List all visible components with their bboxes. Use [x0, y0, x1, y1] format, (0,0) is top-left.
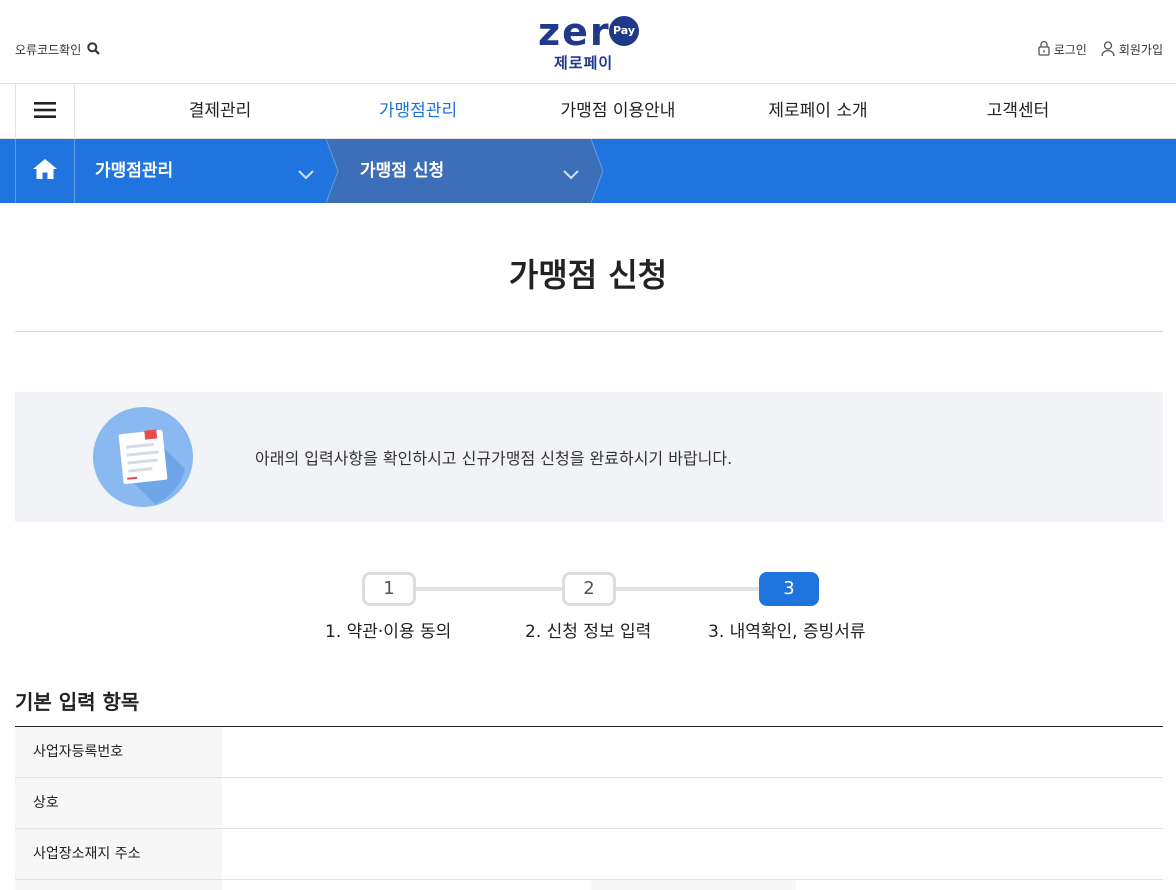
table-row	[15, 880, 1163, 890]
title-divider	[15, 331, 1163, 332]
error-code-label: 오류코드확인	[15, 43, 82, 57]
row-label-business-number: 사업자등록번호	[15, 727, 222, 777]
row-label-business-address: 사업장소재지 주소	[15, 829, 222, 879]
row-value-business-address	[222, 829, 1163, 879]
step-2-label: 2. 신청 정보 입력	[525, 622, 652, 642]
logo-subtitle: 제로페이	[554, 54, 614, 72]
breadcrumb-label: 가맹점 신청	[360, 161, 445, 181]
breadcrumb-item-merchant-apply[interactable]: 가맹점 신청	[360, 139, 590, 203]
nav-item-customer-center[interactable]: 고객센터	[938, 84, 1098, 139]
table-row: 상호	[15, 778, 1163, 829]
breadcrumb: 가맹점관리 가맹점 신청	[0, 139, 1176, 203]
search-icon	[87, 41, 101, 58]
basic-info-table: 사업자등록번호 상호 사업장소재지 주소	[15, 726, 1163, 890]
chevron-down-icon[interactable]	[563, 165, 579, 184]
nav-item-about[interactable]: 제로페이 소개	[738, 84, 898, 139]
step-2-badge: 2	[562, 572, 616, 606]
main-navigation: 결제관리 가맹점관리 가맹점 이용안내 제로페이 소개 고객센터	[0, 84, 1176, 139]
step-connector	[412, 587, 566, 591]
chevron-down-icon[interactable]	[298, 165, 314, 184]
row-label-company-name: 상호	[15, 778, 222, 828]
nav-item-merchant-management[interactable]: 가맹점관리	[338, 84, 498, 139]
login-link[interactable]: 로그인	[1038, 40, 1087, 59]
breadcrumb-label: 가맹점관리	[95, 161, 174, 181]
home-icon	[32, 158, 58, 184]
error-code-link[interactable]: 오류코드확인	[15, 41, 101, 58]
step-1-label: 1. 약관·이용 동의	[325, 622, 452, 642]
row-label-cut-off	[15, 880, 222, 890]
login-label: 로그인	[1053, 43, 1087, 57]
document-icon	[93, 407, 193, 507]
table-row: 사업자등록번호	[15, 727, 1163, 778]
step-connector	[612, 587, 762, 591]
signup-label: 회원가입	[1118, 43, 1163, 57]
row-value-company-name	[222, 778, 1163, 828]
top-header: 오류코드확인 zero Pay 제로페이 로그인 회원가입	[0, 0, 1176, 84]
nav-item-payment[interactable]: 결제관리	[140, 84, 300, 139]
hamburger-icon	[34, 101, 56, 122]
notice-box: 아래의 입력사항을 확인하시고 신규가맹점 신청을 완료하시기 바랍니다.	[15, 392, 1163, 522]
logo-pay-badge: Pay	[609, 16, 639, 46]
lock-icon	[1038, 40, 1050, 59]
signup-link[interactable]: 회원가입	[1101, 40, 1163, 59]
user-icon	[1101, 40, 1115, 59]
nav-item-merchant-guide[interactable]: 가맹점 이용안내	[538, 84, 698, 139]
menu-button[interactable]	[15, 84, 75, 139]
row-label-cut-off-secondary	[591, 880, 796, 890]
page-title: 가맹점 신청	[508, 256, 668, 294]
table-row: 사업장소재지 주소	[15, 829, 1163, 880]
step-3-badge: 3	[759, 572, 819, 606]
zeropay-logo[interactable]: zero Pay 제로페이	[536, 12, 642, 74]
row-value-business-number	[222, 727, 1163, 777]
section-title: 기본 입력 항목	[15, 690, 140, 714]
home-button[interactable]	[15, 139, 75, 203]
breadcrumb-item-merchant-management[interactable]: 가맹점관리	[95, 139, 325, 203]
top-links: 로그인 회원가입	[1038, 40, 1163, 59]
step-3-label: 3. 내역확인, 증빙서류	[708, 622, 866, 642]
step-1-badge: 1	[362, 572, 416, 606]
notice-text: 아래의 입력사항을 확인하시고 신규가맹점 신청을 완료하시기 바랍니다.	[255, 449, 733, 468]
